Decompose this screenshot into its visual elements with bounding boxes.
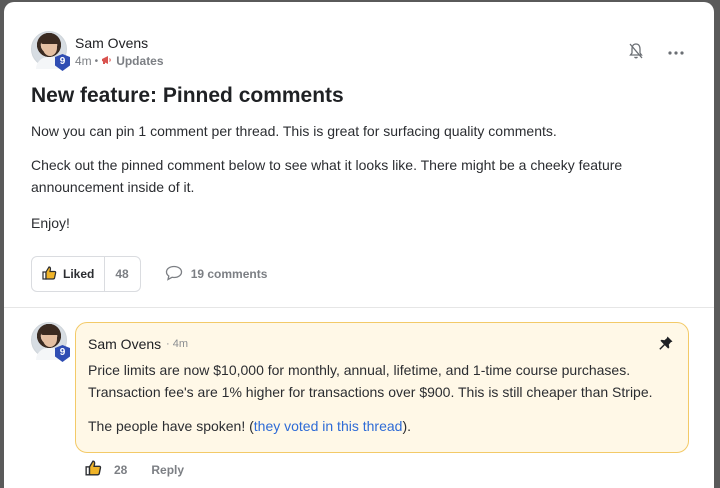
commenter-name[interactable]: Sam Ovens (88, 336, 161, 352)
voted-thread-link[interactable]: they voted in this thread (254, 418, 403, 434)
comments-link[interactable]: 19 comments (165, 265, 268, 284)
like-count[interactable]: 48 (105, 267, 139, 281)
bell-off-icon[interactable] (628, 42, 644, 60)
reply-button[interactable]: Reply (151, 463, 184, 477)
comment-paragraph: Price limits are now $10,000 for monthly… (88, 362, 653, 400)
post-title: New feature: Pinned comments (31, 84, 344, 107)
post-meta: 4m • Updates (75, 54, 164, 68)
post-top-icons (628, 42, 684, 60)
megaphone-icon (101, 55, 113, 68)
like-button[interactable]: Liked (32, 257, 106, 291)
post-paragraph: Check out the pinned comment below to se… (31, 157, 623, 195)
author-name[interactable]: Sam Ovens (75, 35, 148, 51)
like-box: Liked 48 (31, 256, 141, 292)
post-category[interactable]: Updates (116, 54, 163, 68)
comment-text-suffix: ). (402, 418, 411, 434)
comment-time: · 4m (166, 338, 188, 350)
more-icon[interactable] (668, 46, 684, 56)
thumbs-up-icon (85, 460, 102, 479)
post-paragraph: Enjoy! (31, 215, 70, 231)
comment-actions: 28 Reply (85, 460, 184, 479)
meta-separator: • (94, 55, 99, 67)
thumbs-up-icon (42, 265, 57, 283)
post-time: 4m (75, 54, 92, 68)
avatar-hair (41, 327, 59, 335)
post-card: 9 Sam Ovens 4m • Updates New feature: Pi (4, 2, 714, 488)
divider (4, 307, 714, 308)
pinned-comment: Sam Ovens · 4m Price limits are now $10,… (75, 322, 689, 453)
comment-text-prefix: The people have spoken! ( (88, 418, 254, 434)
post-paragraph: Now you can pin 1 comment per thread. Th… (31, 123, 557, 139)
comment-paragraph: The people have spoken! (they voted in t… (88, 415, 678, 437)
avatar-hair (41, 36, 59, 44)
comments-label: 19 comments (190, 267, 268, 281)
comment-like-count: 28 (114, 462, 128, 477)
comment-like-button[interactable]: 28 (85, 460, 127, 479)
comment-icon (165, 265, 183, 284)
post-actions: Liked 48 19 comments (31, 256, 267, 292)
like-label: Liked (63, 267, 95, 281)
post: 9 Sam Ovens 4m • Updates New feature: Pi (4, 2, 714, 308)
pin-icon[interactable] (658, 335, 674, 356)
